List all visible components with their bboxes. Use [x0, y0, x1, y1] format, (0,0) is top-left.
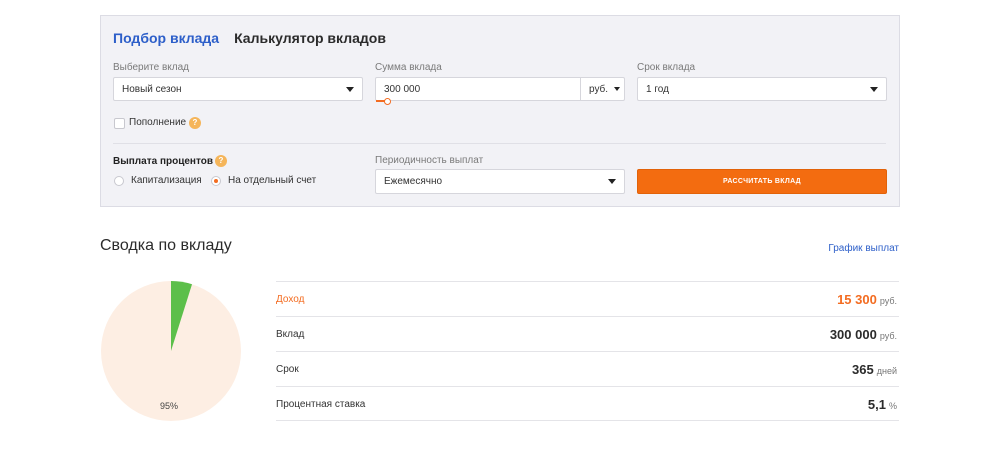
row-label: Вклад [276, 329, 305, 340]
periodicity-select[interactable]: Ежемесячно [375, 169, 625, 194]
tab-deposit-selection[interactable]: Подбор вклада [113, 30, 219, 46]
replenish-checkbox[interactable] [114, 118, 125, 129]
summary-row-deposit: Вклад 300 000 руб. [276, 316, 899, 351]
rate-value: 5,1 [867, 397, 886, 412]
row-label: Процентная ставка [276, 399, 366, 410]
deposit-select-value: Новый сезон [122, 83, 182, 95]
radio-capitalization[interactable] [114, 176, 124, 186]
summary-row-income: Доход 15 300 руб. [276, 281, 899, 316]
row-unit: руб. [879, 296, 897, 306]
row-value: 300 000 руб. [830, 327, 897, 342]
summary-row-rate: Процентная ставка 5,1% [276, 386, 899, 421]
sum-input[interactable]: 300 000 руб. [375, 77, 625, 105]
sum-label: Сумма вклада [375, 62, 442, 73]
tab-bar: Подбор вклада Калькулятор вкладов [113, 30, 386, 46]
currency-value: руб. [589, 84, 609, 95]
help-icon[interactable]: ? [189, 117, 201, 129]
income-value: 15 300 [837, 292, 877, 307]
term-select[interactable]: 1 год [637, 77, 887, 101]
term-select-value: 1 год [646, 83, 669, 95]
chevron-down-icon [608, 179, 616, 184]
row-value: 15 300 руб. [837, 292, 897, 307]
deposit-value: 300 000 [829, 327, 877, 342]
term-label: Срок вклада [637, 62, 696, 73]
payout-title: Выплата процентов [113, 156, 213, 167]
sum-input-value: 300 000 [384, 84, 421, 95]
deposit-select-label: Выберите вклад [113, 62, 190, 73]
row-value: 5,1% [868, 397, 897, 412]
row-value: 365 дней [852, 362, 897, 377]
chevron-down-icon [870, 87, 878, 92]
row-unit: руб. [879, 331, 897, 341]
calculate-button[interactable]: РАССЧИТАТЬ ВКЛАД [637, 169, 887, 194]
row-unit: дней [876, 366, 897, 376]
deposit-select[interactable]: Новый сезон [113, 77, 363, 101]
sum-slider-handle[interactable] [384, 98, 391, 105]
radio-separate-account[interactable] [211, 176, 221, 186]
radio-capitalization-label: Капитализация [131, 175, 202, 186]
row-label: Срок [276, 364, 299, 375]
payment-schedule-link[interactable]: График выплат [828, 243, 899, 254]
help-icon[interactable]: ? [215, 155, 227, 167]
currency-select[interactable]: руб. [580, 78, 625, 100]
row-unit: % [888, 401, 897, 411]
chevron-down-icon [614, 87, 620, 91]
radio-separate-account-label: На отдельный счет [228, 175, 317, 186]
replenish-label: Пополнение [129, 117, 187, 128]
deposit-calculator-panel: Подбор вклада Калькулятор вкладов Выбери… [100, 15, 900, 207]
periodicity-select-value: Ежемесячно [384, 176, 443, 187]
chevron-down-icon [346, 87, 354, 92]
summary-row-term: Срок 365 дней [276, 351, 899, 386]
pie-percent-label: 95% [160, 401, 179, 411]
divider [113, 143, 886, 144]
tab-deposit-calculator[interactable]: Калькулятор вкладов [234, 30, 386, 46]
row-label: Доход [276, 294, 305, 305]
term-value: 365 [852, 362, 874, 377]
summary-table: Доход 15 300 руб. Вклад 300 000 руб. Срок … [276, 281, 899, 421]
periodicity-label: Периодичность выплат [375, 155, 484, 166]
summary-title: Сводка по вкладу [100, 237, 232, 254]
